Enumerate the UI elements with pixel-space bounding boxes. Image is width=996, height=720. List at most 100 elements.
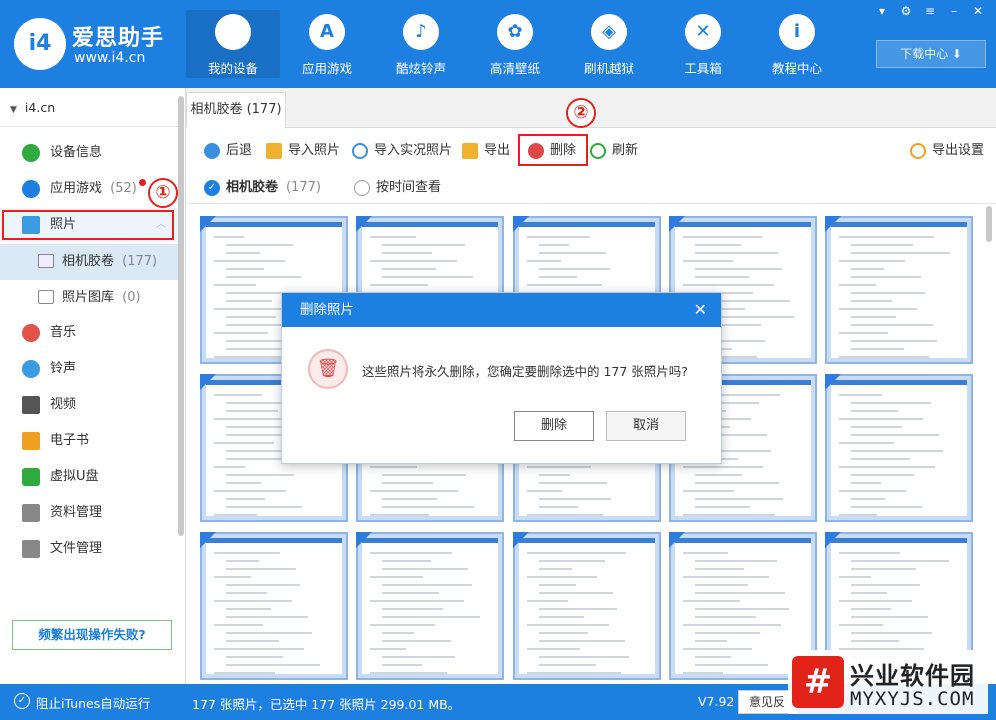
photo-thumbnail[interactable] <box>825 216 973 364</box>
sidebar-item-count: (177) <box>122 254 158 269</box>
preview-line <box>695 474 742 476</box>
refresh-button[interactable]: 刷新 <box>590 140 638 162</box>
preview-line <box>539 244 569 246</box>
close-icon[interactable]: ✕ <box>694 293 707 327</box>
preview-line <box>851 592 887 594</box>
sidebar-item-label: 电子书 <box>50 433 90 448</box>
import-photos-button[interactable]: 导入照片 <box>266 140 340 162</box>
sidebar-scrollbar[interactable] <box>178 96 184 536</box>
preview-line <box>839 418 923 420</box>
annotation-step-2: ② <box>566 98 596 128</box>
preview-line <box>527 672 621 674</box>
menu-icon[interactable]: ≡ <box>922 4 938 18</box>
info-icon: i <box>779 14 815 50</box>
book-icon <box>22 432 40 450</box>
sidebar-item-virtual-usb[interactable]: 虚拟U盘 <box>0 460 178 494</box>
preview-line <box>683 490 734 492</box>
sidebar-item-camera-roll[interactable]: 相机胶卷 (177) <box>0 244 178 280</box>
selected-corner <box>825 374 841 390</box>
preview-line <box>851 498 885 500</box>
sidebar-item-photo-library[interactable]: 照片图库 (0) <box>0 280 178 316</box>
preview-line <box>851 608 891 610</box>
nav-ringtones[interactable]: ♪ 酷炫铃声 <box>374 10 468 78</box>
preview-line <box>382 268 436 270</box>
close-icon[interactable]: ✕ <box>970 4 986 18</box>
preview-line <box>695 252 778 254</box>
export-settings-button[interactable]: 导出设置 <box>910 140 984 162</box>
grid-scrollbar[interactable] <box>986 206 992 242</box>
preview-line <box>539 498 611 500</box>
preview-line <box>851 458 910 460</box>
dialog-message: 这些照片将永久删除，您确定要删除选中的 177 张照片吗? <box>362 364 688 379</box>
nav-tutorials[interactable]: i 教程中心 <box>750 10 844 78</box>
photo-thumbnail[interactable] <box>200 532 348 680</box>
preview-line <box>226 498 265 500</box>
photo-thumbnail[interactable] <box>825 374 973 522</box>
device-root[interactable]: ▼ i4.cn <box>10 100 55 115</box>
nav-wallpapers[interactable]: ✿ 高清壁纸 <box>468 10 562 78</box>
export-button[interactable]: 导出 <box>462 140 510 162</box>
preview-line <box>839 308 917 310</box>
button-label: 刷新 <box>612 143 639 158</box>
nav-label: 工具箱 <box>684 61 722 76</box>
sidebar-item-file-management[interactable]: 文件管理 <box>0 532 178 566</box>
app-store-icon: A <box>309 14 345 50</box>
sidebar-item-label: 资料管理 <box>50 505 103 520</box>
skin-icon[interactable]: ▾ <box>874 4 890 18</box>
filter-by-time-radio[interactable]: 按时间查看 <box>354 178 441 198</box>
preview-line <box>839 466 935 468</box>
preview-line <box>370 514 429 516</box>
filter-camera-roll-radio[interactable]: ✓ 相机胶卷 (177) <box>204 178 321 198</box>
preview-line <box>214 600 292 602</box>
preview-bar <box>362 538 498 543</box>
sidebar-item-data-management[interactable]: 资料管理 <box>0 496 178 530</box>
back-button[interactable]: 后退 <box>204 140 252 162</box>
nav-apps-games[interactable]: A 应用游戏 <box>280 10 374 78</box>
preview-line <box>214 514 257 516</box>
preview-line <box>695 506 750 508</box>
preview-line <box>527 514 603 516</box>
confirm-delete-button[interactable]: 删除 <box>514 411 594 441</box>
download-center-button[interactable]: 下载中心 ⬇ <box>876 40 986 68</box>
sidebar-item-label: 设备信息 <box>50 145 103 160</box>
toggle-label: 阻止iTunes自动运行 <box>36 696 151 711</box>
sidebar-item-ringtones[interactable]: 铃声 <box>0 352 178 386</box>
preview-line <box>382 474 466 476</box>
preview-line <box>214 442 274 444</box>
minimize-icon[interactable]: – <box>946 4 962 18</box>
logo-badge: i4 <box>14 18 66 70</box>
sidebar-item-ebooks[interactable]: 电子书 <box>0 424 178 458</box>
gear-icon[interactable]: ⚙ <box>898 4 914 18</box>
cancel-button[interactable]: 取消 <box>606 411 686 441</box>
photo-thumbnail[interactable] <box>356 532 504 680</box>
preview-line <box>683 672 723 674</box>
nav-flash-jailbreak[interactable]: ◈ 刷机越狱 <box>562 10 656 78</box>
preview-line <box>370 236 416 238</box>
preview-line <box>226 426 282 428</box>
tab-camera-roll[interactable]: 相机胶卷 (177) <box>186 92 286 128</box>
preview-line <box>839 284 876 286</box>
preview-line <box>527 260 561 262</box>
nav-my-device[interactable]: 我的设备 <box>186 10 280 78</box>
preview-line <box>382 482 433 484</box>
radio-label: 相机胶卷 <box>226 180 279 195</box>
sidebar-item-label: 虚拟U盘 <box>50 469 99 484</box>
photo-thumbnail[interactable] <box>513 532 661 680</box>
nav-toolbox[interactable]: ✕ 工具箱 <box>656 10 750 78</box>
selected-corner <box>825 532 841 548</box>
preview-line <box>839 394 882 396</box>
frequent-failure-link[interactable]: 频繁出现操作失败? <box>12 620 172 650</box>
app-logo: i4 爱思助手 www.i4.cn <box>14 16 186 72</box>
check-icon: ✓ <box>14 693 30 709</box>
button-label: 导入实况照片 <box>374 143 453 158</box>
block-itunes-toggle[interactable]: ✓ 阻止iTunes自动运行 <box>14 693 150 712</box>
sidebar-item-label: 相机胶卷 <box>62 254 115 269</box>
sidebar-item-video[interactable]: 视频 <box>0 388 178 422</box>
preview-line <box>851 402 931 404</box>
sidebar-item-device-info[interactable]: 设备信息 <box>0 136 178 170</box>
preview-line <box>226 276 301 278</box>
sidebar-item-music[interactable]: 音乐 <box>0 316 178 350</box>
selected-corner <box>825 216 841 232</box>
preview-line <box>214 490 286 492</box>
import-live-photos-button[interactable]: 导入实况照片 <box>352 140 452 162</box>
